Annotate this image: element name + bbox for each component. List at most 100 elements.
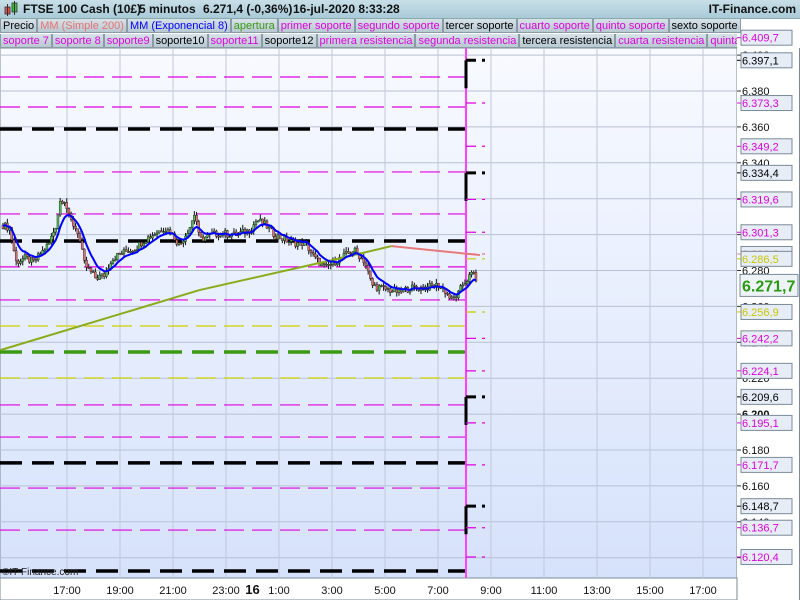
candle bbox=[127, 251, 130, 253]
legend-item-soporte12[interactable]: soporte12 bbox=[261, 34, 317, 48]
legend-item-mm-exponencial-8-[interactable]: MM (Exponencial 8) bbox=[126, 19, 231, 33]
candle bbox=[349, 252, 352, 255]
legend-item-soporte11[interactable]: soporte11 bbox=[207, 34, 262, 48]
legend-item-primera-resistencia[interactable]: primera resistencia bbox=[316, 34, 416, 48]
y-tick-label: 6.180 bbox=[742, 445, 770, 457]
candle bbox=[76, 228, 79, 234]
legend-item-soporte-8[interactable]: soporte 8 bbox=[51, 34, 104, 48]
candle bbox=[448, 293, 451, 299]
chart-header: FTSE 100 Cash (10£) 5 minutos 6.271,4 (-… bbox=[0, 0, 800, 19]
level-label: 6.136,7 bbox=[742, 523, 779, 535]
candle bbox=[463, 283, 467, 286]
legend-item-precio[interactable]: Precio bbox=[0, 19, 38, 33]
candle bbox=[446, 293, 449, 295]
y-tick-label: 6.360 bbox=[742, 122, 770, 134]
candle bbox=[102, 273, 106, 277]
candle bbox=[289, 239, 293, 242]
candle bbox=[327, 264, 330, 266]
candle bbox=[309, 250, 313, 253]
candle bbox=[74, 226, 77, 229]
candle bbox=[470, 272, 473, 275]
candle bbox=[111, 259, 115, 264]
candle bbox=[287, 241, 291, 243]
candle bbox=[329, 264, 332, 266]
timeframe[interactable]: 5 minutos bbox=[139, 2, 196, 16]
x-tick-label: 15:00 bbox=[636, 585, 664, 597]
candle bbox=[281, 238, 284, 241]
candle bbox=[83, 248, 86, 261]
level-label: 6.349,2 bbox=[742, 141, 779, 153]
candle bbox=[61, 201, 64, 204]
x-tick-label: 16 bbox=[245, 582, 259, 597]
x-tick-label: 1:00 bbox=[268, 585, 289, 597]
candle bbox=[454, 296, 458, 299]
legend-item-cuarto-soporte[interactable]: cuarto soporte bbox=[516, 19, 593, 33]
candle bbox=[52, 231, 55, 237]
candle bbox=[34, 259, 38, 261]
candle bbox=[188, 227, 192, 234]
level-label: 6.301,3 bbox=[742, 227, 779, 239]
candle bbox=[369, 270, 372, 279]
level-label: 6.397,1 bbox=[742, 55, 779, 67]
level-label: 6.242,2 bbox=[742, 333, 779, 345]
candle bbox=[146, 236, 150, 243]
level-label: 6.171,7 bbox=[742, 460, 779, 472]
candle bbox=[21, 258, 24, 262]
legend-item-soporte9[interactable]: soporte9 bbox=[103, 34, 153, 48]
level-label: 6.286,5 bbox=[742, 254, 779, 266]
legend-item-segundo-soporte[interactable]: segundo soporte bbox=[354, 19, 443, 33]
candle bbox=[261, 218, 264, 225]
price-chart[interactable]: 6.4006.3806.3606.3406.3206.3006.2806.260… bbox=[0, 0, 800, 600]
candle bbox=[353, 247, 357, 253]
candle bbox=[375, 284, 379, 291]
candle bbox=[465, 281, 469, 284]
candle bbox=[386, 288, 390, 290]
watermark: ©IT-Finance.com bbox=[2, 567, 78, 578]
legend-item-segunda-resistencia[interactable]: segunda resistencia bbox=[415, 34, 520, 48]
legend-item-cuarta-resistencia[interactable]: cuarta resistencia bbox=[615, 34, 708, 48]
candle bbox=[322, 263, 326, 265]
candle bbox=[144, 241, 148, 244]
candle bbox=[129, 250, 132, 253]
level-label: 6.209,6 bbox=[742, 392, 779, 404]
candle bbox=[164, 230, 167, 233]
candle bbox=[377, 285, 381, 291]
candle bbox=[316, 256, 319, 259]
x-tick-label: 19:00 bbox=[106, 585, 134, 597]
legend-item-quinta-resistencia[interactable]: quinta resistencia bbox=[707, 34, 737, 48]
level-label: 6.120,4 bbox=[742, 552, 779, 564]
candle bbox=[28, 256, 31, 263]
candle bbox=[193, 214, 196, 221]
legend-item-mm-simple-200-[interactable]: MM (Simple 200) bbox=[37, 19, 127, 33]
candle bbox=[116, 252, 119, 261]
candle bbox=[142, 243, 145, 247]
candle bbox=[278, 234, 282, 240]
candle bbox=[430, 283, 434, 286]
candle bbox=[58, 201, 62, 216]
x-tick-label: 7:00 bbox=[427, 585, 448, 597]
level-label: 6.148,7 bbox=[742, 501, 779, 513]
level-label: 6.409,7 bbox=[742, 33, 779, 45]
candle bbox=[373, 284, 376, 286]
current-price-label: 6.271,7 bbox=[742, 278, 795, 295]
candle bbox=[472, 272, 475, 274]
candle bbox=[19, 261, 22, 264]
legend-item-apertura[interactable]: apertura bbox=[230, 19, 278, 33]
candle bbox=[201, 236, 205, 242]
candle bbox=[47, 242, 51, 245]
brand[interactable]: IT-Finance.com bbox=[709, 2, 796, 16]
x-tick-label: 17:00 bbox=[53, 585, 81, 597]
legend-item-soporte-7[interactable]: soporte 7 bbox=[0, 34, 52, 48]
candle bbox=[179, 242, 183, 244]
legend-item-tercera-resistencia[interactable]: tercera resistencia bbox=[519, 34, 616, 48]
candle bbox=[382, 285, 385, 287]
legend-item-soporte10[interactable]: soporte10 bbox=[152, 34, 208, 48]
x-tick-label: 13:00 bbox=[583, 585, 611, 597]
legend-item-sexto-soporte[interactable]: sexto soporte bbox=[668, 19, 741, 33]
candle bbox=[118, 252, 121, 255]
legend-item-primer-soporte[interactable]: primer soporte bbox=[277, 19, 355, 33]
level-label: 6.373,3 bbox=[742, 98, 779, 110]
legend-item-quinto-soporte[interactable]: quinto soporte bbox=[592, 19, 669, 33]
x-tick-label: 3:00 bbox=[321, 585, 342, 597]
legend-item-tercer-soporte[interactable]: tercer soporte bbox=[442, 19, 517, 33]
